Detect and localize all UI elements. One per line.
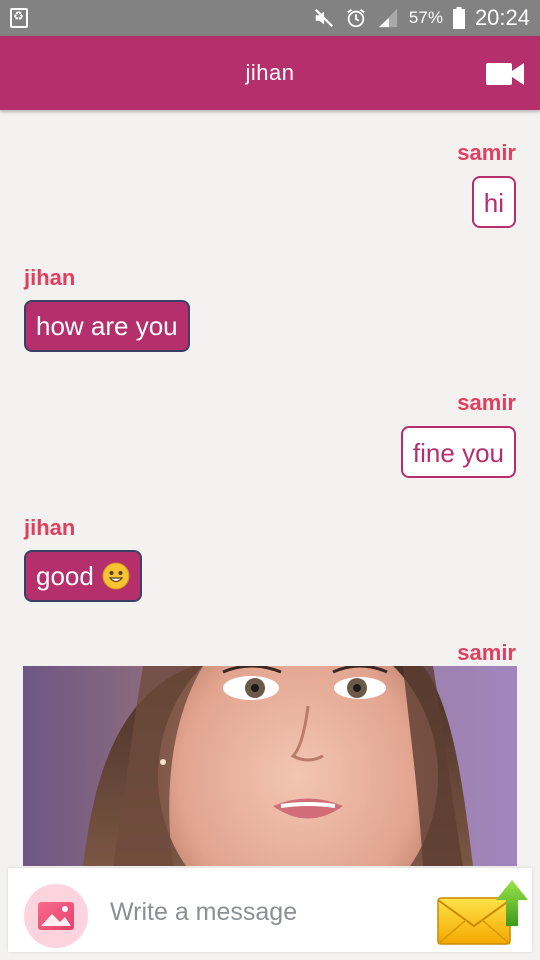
- incoming-message-bubble[interactable]: good: [24, 550, 142, 602]
- message-list[interactable]: samir hi jihan how are you samir fine yo…: [0, 110, 540, 868]
- sender-name: jihan: [24, 265, 76, 290]
- sender-name: samir: [457, 390, 516, 415]
- incoming-message-bubble[interactable]: how are you: [24, 300, 190, 352]
- video-camera-icon[interactable]: [486, 61, 524, 87]
- message-text: good: [36, 561, 94, 591]
- message-input[interactable]: [108, 886, 412, 938]
- alarm-icon: [347, 9, 365, 28]
- grinning-face-icon: [102, 562, 130, 590]
- app-bar: jihan: [0, 36, 540, 110]
- sender-name: samir: [457, 640, 516, 665]
- photo-thumbnail: [23, 666, 517, 866]
- signal-icon: [378, 8, 398, 28]
- message-text: how are you: [36, 311, 178, 341]
- battery-percent: 57%: [408, 8, 443, 27]
- outgoing-message-bubble[interactable]: hi: [471, 176, 516, 228]
- chat-title: jihan: [245, 60, 295, 85]
- mute-icon: [314, 8, 333, 28]
- sender-name: samir: [457, 140, 516, 165]
- attach-image-button[interactable]: [24, 884, 88, 948]
- status-bar: 57% 20:24: [0, 0, 540, 36]
- sender-name: jihan: [24, 515, 76, 540]
- image-icon: [38, 902, 74, 930]
- clock: 20:24: [474, 5, 530, 30]
- image-message[interactable]: [23, 666, 517, 866]
- send-button[interactable]: [436, 880, 528, 950]
- outgoing-message-bubble[interactable]: fine you: [400, 426, 516, 478]
- message-composer: [8, 868, 532, 952]
- recycle-notification-icon: [10, 8, 28, 28]
- battery-icon: [452, 7, 465, 29]
